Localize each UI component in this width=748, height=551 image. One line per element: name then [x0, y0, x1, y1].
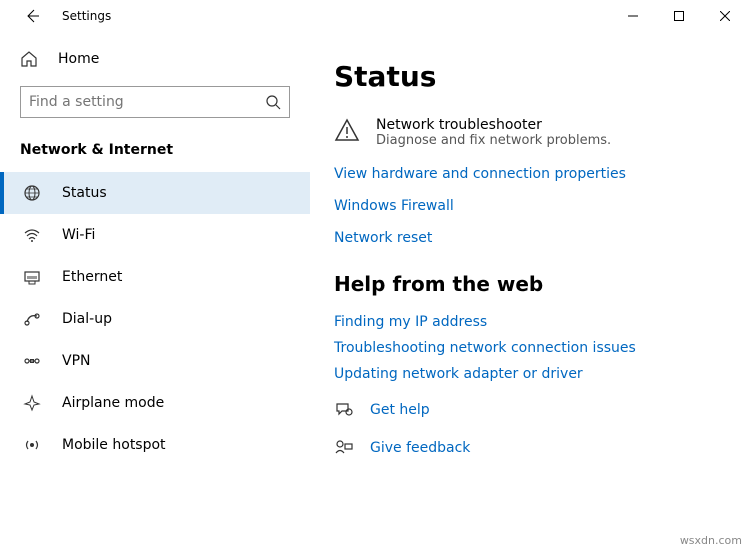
- home-label: Home: [58, 51, 99, 67]
- nav-dialup[interactable]: Dial-up: [0, 298, 310, 340]
- home-icon: [20, 50, 40, 68]
- give-feedback-label: Give feedback: [370, 440, 470, 456]
- section-header: Network & Internet: [0, 136, 310, 172]
- nav-vpn[interactable]: VPN: [0, 340, 310, 382]
- watermark: wsxdn.com: [680, 534, 742, 547]
- help-troubleshoot-connection[interactable]: Troubleshooting network connection issue…: [334, 340, 748, 356]
- nav-label: Airplane mode: [62, 395, 164, 411]
- search-input[interactable]: [29, 94, 265, 110]
- give-feedback-row[interactable]: Give feedback: [334, 438, 748, 458]
- search-box[interactable]: [20, 86, 290, 118]
- help-ip-address[interactable]: Finding my IP address: [334, 314, 748, 330]
- sidebar: Home Network & Internet Status Wi-Fi E: [0, 32, 310, 551]
- nav-status[interactable]: Status: [0, 172, 310, 214]
- main-panel: Status Network troubleshooter Diagnose a…: [310, 32, 748, 551]
- home-nav[interactable]: Home: [0, 40, 310, 78]
- troubleshooter[interactable]: Network troubleshooter Diagnose and fix …: [334, 117, 748, 148]
- app-title: Settings: [62, 9, 111, 23]
- minimize-button[interactable]: [610, 0, 656, 32]
- get-help-label: Get help: [370, 402, 430, 418]
- close-button[interactable]: [702, 0, 748, 32]
- hotspot-icon: [22, 436, 42, 454]
- link-windows-firewall[interactable]: Windows Firewall: [334, 198, 748, 214]
- globe-icon: [22, 184, 42, 202]
- troubleshooter-desc: Diagnose and fix network problems.: [376, 133, 611, 148]
- back-button[interactable]: [20, 4, 44, 28]
- nav-hotspot[interactable]: Mobile hotspot: [0, 424, 310, 466]
- search-icon: [265, 94, 281, 110]
- help-update-adapter[interactable]: Updating network adapter or driver: [334, 366, 748, 382]
- link-network-reset[interactable]: Network reset: [334, 230, 748, 246]
- nav-label: Ethernet: [62, 269, 122, 285]
- page-title: Status: [334, 60, 748, 93]
- titlebar: Settings: [0, 0, 748, 32]
- nav-label: Status: [62, 185, 107, 201]
- airplane-icon: [22, 394, 42, 412]
- nav-label: VPN: [62, 353, 91, 369]
- troubleshooter-title: Network troubleshooter: [376, 117, 611, 133]
- get-help-row[interactable]: Get help: [334, 400, 748, 420]
- dialup-icon: [22, 310, 42, 328]
- help-header: Help from the web: [334, 272, 748, 296]
- ethernet-icon: [22, 268, 42, 286]
- maximize-button[interactable]: [656, 0, 702, 32]
- chat-icon: [334, 400, 354, 420]
- nav-label: Wi-Fi: [62, 227, 95, 243]
- nav-wifi[interactable]: Wi-Fi: [0, 214, 310, 256]
- window-controls: [610, 0, 748, 32]
- link-hardware-properties[interactable]: View hardware and connection properties: [334, 166, 748, 182]
- nav-ethernet[interactable]: Ethernet: [0, 256, 310, 298]
- warning-icon: [334, 117, 360, 148]
- nav-label: Dial-up: [62, 311, 112, 327]
- nav-label: Mobile hotspot: [62, 437, 166, 453]
- wifi-icon: [22, 226, 42, 244]
- feedback-icon: [334, 438, 354, 458]
- vpn-icon: [22, 352, 42, 370]
- nav-airplane[interactable]: Airplane mode: [0, 382, 310, 424]
